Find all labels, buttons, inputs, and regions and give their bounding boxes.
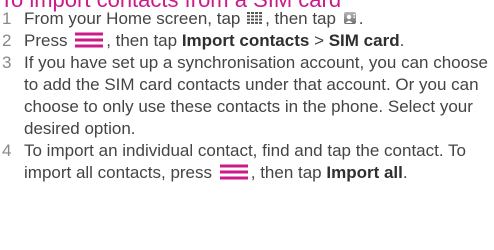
step-number: 2: [2, 31, 12, 50]
step-text-part: , then tap: [250, 163, 327, 182]
step-text-part: , then tap: [265, 9, 341, 28]
sim-card-label: SIM card: [328, 31, 400, 50]
step-number: 4: [2, 141, 12, 160]
step-text-part: Press: [24, 31, 73, 50]
step-text-part: .: [399, 31, 405, 50]
step-text-part: , then tap: [106, 31, 182, 50]
import-all-label: Import all: [326, 163, 403, 182]
menu-key-icon: [219, 164, 248, 180]
step-text: If you have set up a synchronisation acc…: [24, 53, 489, 138]
step-4: 4 To import an individual contact, find …: [0, 140, 494, 184]
instruction-list: 1 From your Home screen, tap , then tap: [0, 8, 494, 184]
step-text: Press , then tap Import contacts > SIM c…: [24, 30, 494, 52]
step-text-part: >: [309, 31, 329, 50]
contacts-app-icon: [343, 11, 356, 24]
step-2: 2 Press , then tap Import contacts > SIM…: [0, 30, 494, 52]
step-1: 1 From your Home screen, tap , then tap: [0, 8, 494, 30]
step-number: 1: [2, 9, 12, 28]
menu-key-icon: [75, 32, 104, 48]
apps-grid-icon: [247, 11, 263, 24]
step-number: 3: [2, 53, 12, 72]
import-contacts-label: Import contacts: [181, 31, 310, 50]
step-text: To import an individual contact, find an…: [24, 140, 494, 184]
step-text-part: .: [402, 163, 408, 182]
step-text-part: .: [358, 9, 364, 28]
step-text: From your Home screen, tap , then tap .: [24, 8, 494, 30]
step-text-part: From your Home screen, tap: [24, 9, 246, 28]
step-3: 3 If you have set up a synchronisation a…: [0, 52, 494, 140]
